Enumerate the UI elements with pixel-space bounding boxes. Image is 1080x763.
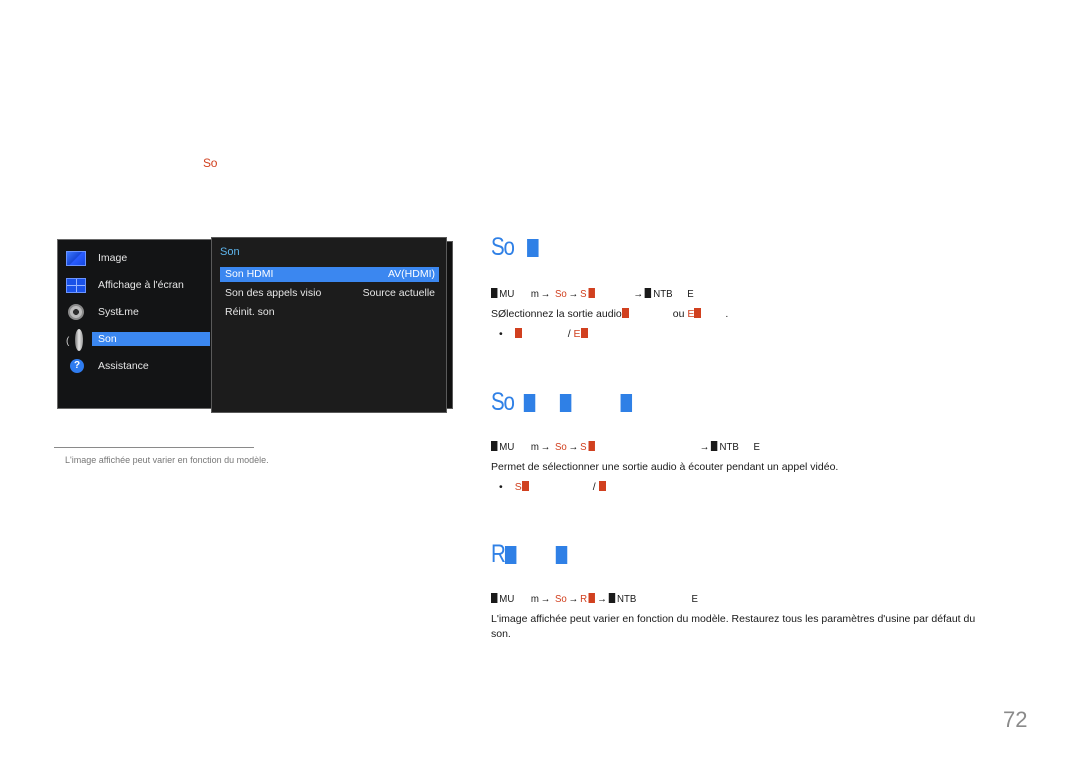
section-description: SØlectionnez la sortie audio ou E. [491, 308, 729, 320]
osd-menu-label: Image [98, 252, 128, 264]
osd-panel-edge [446, 241, 453, 409]
osd-menu-item-onscreen-display[interactable]: Affichage à l'écran [58, 275, 216, 297]
page-number: 72 [1003, 707, 1028, 732]
onscreen-display-icon [66, 278, 86, 293]
osd-option-label: Réinit. son [225, 306, 275, 318]
section-description: Permet de sélectionner une sortie audio … [491, 461, 839, 473]
option-bullet: • / E [499, 328, 588, 340]
osd-option-label: Son des appels visio [225, 287, 322, 299]
osd-menu-label: Affichage à l'écran [98, 279, 184, 291]
section-heading-video-call-sound: So [491, 388, 632, 417]
osd-submenu-title: Son [220, 246, 240, 258]
osd-option-label: Son HDMI [225, 268, 274, 280]
osd-option-value: Source actuelle [362, 287, 435, 299]
osd-submenu-item-reset-sound[interactable]: Réinit. son [220, 305, 439, 320]
section-description-continued: son. [491, 628, 511, 640]
menu-path: MU m → So → S → NTB E [491, 441, 762, 453]
osd-menu-item-image[interactable]: Image [58, 248, 216, 270]
help-icon: ? [70, 359, 84, 373]
option-bullet: • S / [499, 481, 606, 493]
osd-menu-item-sound[interactable]: ( Son [58, 329, 216, 351]
menu-path: MU m → So → S → NTB E [491, 288, 696, 300]
osd-submenu-item-hdmi-sound[interactable]: Son HDMI AV(HDMI) [220, 267, 439, 282]
caption-divider [54, 447, 254, 448]
section-label-son: So [203, 156, 218, 170]
osd-sound-submenu: Son Son HDMI AV(HDMI) Son des appels vis… [211, 237, 447, 413]
image-caption: L'image affichée peut varier en fonction… [65, 455, 269, 465]
osd-menu-item-system[interactable]: SystŁme [58, 302, 216, 324]
picture-icon [66, 251, 86, 266]
osd-submenu-item-video-call-sound[interactable]: Son des appels visio Source actuelle [220, 286, 439, 301]
section-description: L'image affichée peut varier en fonction… [491, 613, 976, 625]
osd-menu-label: SystŁme [98, 306, 139, 318]
gear-icon [68, 304, 84, 320]
osd-menu-label: Assistance [98, 360, 149, 372]
osd-menu-label: Son [92, 332, 210, 346]
osd-main-menu: Image Affichage à l'écran SystŁme ( Son … [57, 239, 217, 409]
section-heading-reset-sound: R [491, 540, 567, 569]
menu-path: MU m → So → R → NTB E [491, 593, 700, 605]
section-heading-hdmi-sound: So [491, 233, 539, 262]
osd-menu-item-support[interactable]: ? Assistance [58, 356, 216, 378]
speaker-icon: ( [66, 329, 88, 351]
osd-option-value: AV(HDMI) [387, 268, 435, 280]
